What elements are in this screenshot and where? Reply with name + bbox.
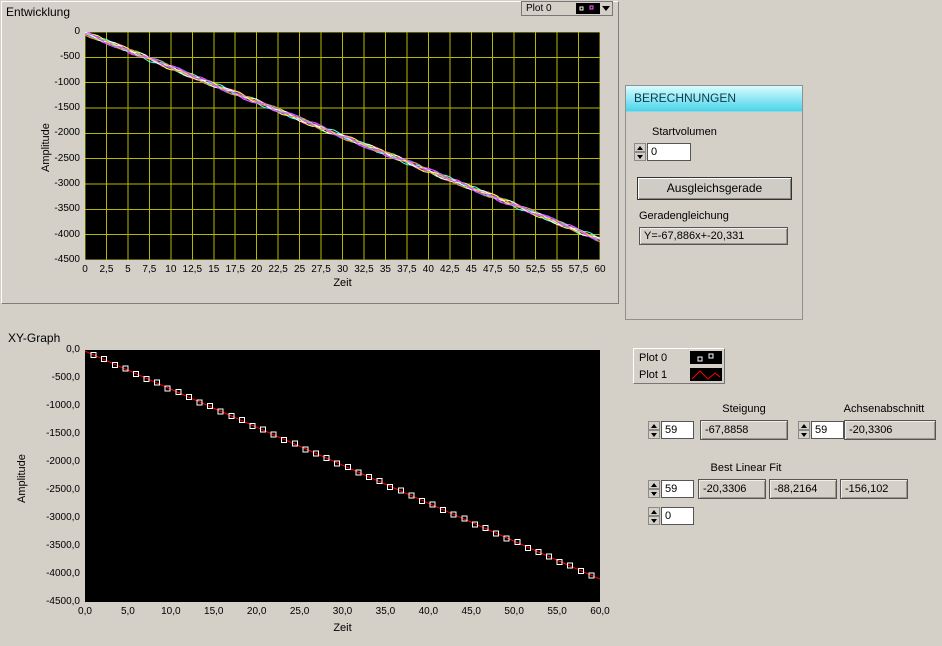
xy-graph-x-tick-label: 60,0 bbox=[590, 606, 610, 617]
xy-graph-x-tick-label: 50,0 bbox=[504, 606, 524, 617]
xy-graph-legend: Plot 0 Plot 1 bbox=[633, 348, 725, 384]
startvolumen-label: Startvolumen bbox=[652, 126, 717, 138]
xy-graph-chart bbox=[85, 350, 600, 602]
xy-graph-y-tick-label: -4000,0 bbox=[46, 568, 80, 579]
xy-graph-x-tick-label: 15,0 bbox=[204, 606, 224, 617]
xy-graph-x-tick-label: 45,0 bbox=[461, 606, 481, 617]
berechnungen-header: BERECHNUNGEN bbox=[626, 86, 802, 112]
arrow-down-icon bbox=[637, 154, 643, 159]
steigung-label: Steigung bbox=[722, 403, 766, 415]
arrow-up-icon bbox=[651, 423, 657, 428]
xy-graph-y-tick-label: -3500,0 bbox=[46, 540, 80, 551]
xy-graph-x-tick-label: 10,0 bbox=[161, 606, 181, 617]
xy-graph-y-tick-label: -2000,0 bbox=[46, 456, 80, 467]
achsenabschnitt-display: -20,3306 bbox=[844, 420, 936, 440]
entwicklung-y-tick-label: -4000 bbox=[54, 228, 80, 240]
xy-graph-title: XY-Graph bbox=[8, 331, 61, 345]
xy-graph-y-tick-label: -2500,0 bbox=[46, 484, 80, 495]
blf-value-2-display: -156,102 bbox=[840, 479, 908, 499]
xy-graph-x-tick-label: 30,0 bbox=[332, 606, 353, 617]
achsenabschnitt-label: Achsenabschnitt bbox=[843, 403, 925, 415]
plot1-legend-sample-icon bbox=[690, 368, 722, 381]
entwicklung-y-tick-label: -500 bbox=[59, 51, 80, 63]
entwicklung-x-tick-label: 60 bbox=[594, 264, 606, 275]
plot0-sample-icon bbox=[576, 3, 600, 14]
xy-graph-y-axis-label: Amplitude bbox=[16, 454, 28, 503]
arrow-up-icon bbox=[637, 145, 643, 150]
xy-graph-y-tick-label: 0,0 bbox=[66, 344, 80, 355]
increment-button[interactable] bbox=[634, 143, 646, 152]
steigung-index-spinner[interactable] bbox=[648, 421, 660, 439]
achsenabschnitt-index-spinner[interactable] bbox=[798, 421, 810, 439]
geradengleichung-label: Geradengleichung bbox=[639, 210, 729, 222]
startvolumen-spinner[interactable] bbox=[634, 143, 646, 161]
increment-button[interactable] bbox=[798, 421, 810, 430]
arrow-up-icon bbox=[651, 509, 657, 514]
decrement-button[interactable] bbox=[648, 516, 660, 525]
xy-graph-x-tick-label: 0,0 bbox=[78, 606, 92, 617]
increment-button[interactable] bbox=[648, 421, 660, 430]
xy-graph-y-tick-label: -1500,0 bbox=[46, 428, 80, 439]
arrow-down-icon bbox=[801, 432, 807, 437]
legend-plot0-label: Plot 0 bbox=[639, 351, 668, 364]
best-linear-fit-label: Best Linear Fit bbox=[710, 462, 782, 474]
xy-graph-x-tick-label: 5,0 bbox=[120, 606, 135, 617]
achsenabschnitt-index-input[interactable]: 59 bbox=[811, 421, 844, 439]
steigung-index-input[interactable]: 59 bbox=[661, 421, 694, 439]
arrow-up-icon bbox=[651, 482, 657, 487]
startvolumen-input[interactable]: 0 bbox=[647, 143, 691, 161]
entwicklung-y-tick-label: -1500 bbox=[54, 102, 80, 113]
xy-graph-x-tick-label: 40,0 bbox=[418, 606, 439, 617]
decrement-button[interactable] bbox=[798, 430, 810, 439]
blf-second-index-spinner[interactable] bbox=[648, 507, 660, 525]
xy-graph-x-tick-label: 20,0 bbox=[246, 606, 267, 617]
increment-button[interactable] bbox=[648, 480, 660, 489]
entwicklung-y-tick-label: -2500 bbox=[54, 152, 80, 164]
decrement-button[interactable] bbox=[634, 152, 646, 161]
increment-button[interactable] bbox=[648, 507, 660, 516]
entwicklung-y-tick-label: -2000 bbox=[54, 127, 80, 139]
legend-item-plot1[interactable]: Plot 1 bbox=[634, 366, 724, 383]
berechnungen-panel bbox=[625, 85, 803, 320]
entwicklung-x-axis-label: Zeit bbox=[333, 277, 352, 289]
arrow-down-icon bbox=[651, 432, 657, 437]
plot0-selector[interactable]: Plot 0 bbox=[521, 1, 613, 16]
xy-graph-x-tick-label: 35,0 bbox=[375, 606, 396, 617]
xy-graph-y-tick-label: -1000,0 bbox=[46, 400, 80, 411]
chevron-down-icon[interactable] bbox=[600, 2, 612, 15]
xy-graph-x-tick-label: 25,0 bbox=[289, 606, 310, 617]
decrement-button[interactable] bbox=[648, 489, 660, 498]
entwicklung-title: Entwicklung bbox=[6, 5, 71, 19]
blf-index-spinner[interactable] bbox=[648, 480, 660, 498]
arrow-up-icon bbox=[801, 423, 807, 428]
xy-graph-x-tick-label: 55,0 bbox=[547, 606, 567, 617]
ausgleichsgerade-button[interactable]: Ausgleichsgerade bbox=[637, 177, 792, 200]
entwicklung-y-tick-label: -3000 bbox=[54, 178, 80, 189]
blf-value-0-display: -20,3306 bbox=[698, 479, 766, 499]
steigung-display: -67,8858 bbox=[700, 420, 788, 440]
xy-graph-y-tick-label: -500,0 bbox=[51, 372, 80, 383]
arrow-down-icon bbox=[651, 518, 657, 523]
geradengleichung-display: Y=-67,886x+-20,331 bbox=[639, 227, 788, 245]
arrow-down-icon bbox=[651, 491, 657, 496]
xy-graph-x-axis-label: Zeit bbox=[333, 622, 352, 634]
blf-value-1-display: -88,2164 bbox=[769, 479, 837, 499]
legend-plot1-label: Plot 1 bbox=[639, 368, 668, 381]
labview-front-panel: Entwicklung Plot 0 Amplitude Zeit BERECH… bbox=[0, 0, 942, 646]
entwicklung-y-tick-label: 0 bbox=[74, 26, 80, 37]
plot0-selector-label: Plot 0 bbox=[526, 3, 552, 14]
decrement-button[interactable] bbox=[648, 430, 660, 439]
entwicklung-y-tick-label: -1000 bbox=[54, 76, 80, 88]
legend-item-plot0[interactable]: Plot 0 bbox=[634, 349, 724, 366]
blf-second-index-input[interactable]: 0 bbox=[661, 507, 694, 525]
entwicklung-y-tick-label: -3500 bbox=[54, 203, 80, 215]
blf-index-input[interactable]: 59 bbox=[661, 480, 694, 498]
entwicklung-chart bbox=[85, 32, 600, 260]
xy-graph-y-tick-label: -3000,0 bbox=[46, 512, 80, 523]
plot0-legend-sample-icon bbox=[690, 351, 722, 364]
